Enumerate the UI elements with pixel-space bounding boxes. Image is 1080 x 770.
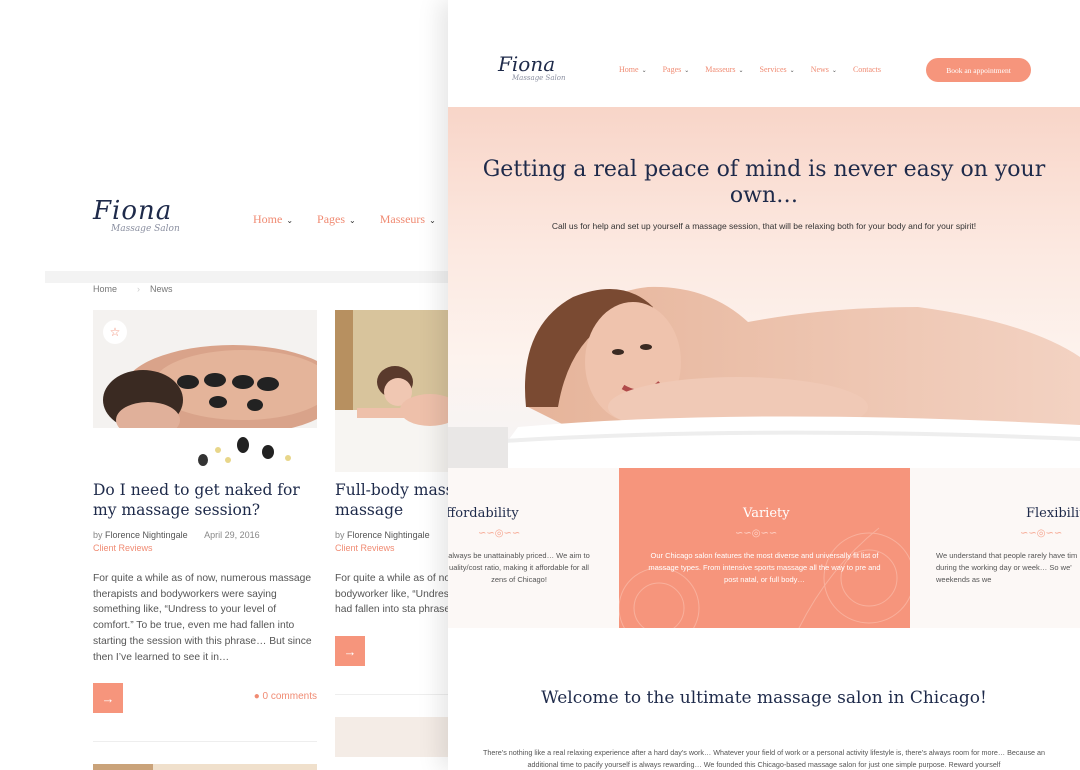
post-actions: → ● 0 comments bbox=[93, 683, 317, 714]
chevron-down-icon: ⌄ bbox=[429, 216, 436, 225]
home-header: Fiona Massage Salon Home ⌄ Pages ⌄ Masseur… bbox=[448, 0, 1080, 107]
author-prefix: by bbox=[335, 530, 345, 540]
nav-label: Services bbox=[759, 65, 787, 74]
author-prefix: by bbox=[93, 530, 103, 540]
chevron-down-icon: ⌄ bbox=[738, 68, 744, 74]
breadcrumb-home[interactable]: Home bbox=[93, 284, 117, 294]
arrow-right-icon: → bbox=[343, 643, 357, 659]
nav-item-pages[interactable]: Pages ⌄ bbox=[663, 65, 690, 74]
chevron-down-icon: ⌄ bbox=[286, 216, 294, 225]
nav-item-services[interactable]: Services ⌄ bbox=[760, 65, 795, 74]
header-divider bbox=[45, 271, 475, 283]
next-post-image bbox=[93, 764, 317, 770]
nav-label: Contacts bbox=[852, 65, 881, 74]
main-nav: Home ⌄ Pages ⌄ Masseurs ⌄ Services ⌄ News ⌄ C… bbox=[619, 65, 881, 74]
nav-item-news[interactable]: News ⌄ bbox=[811, 65, 837, 74]
site-logo[interactable]: Fiona Massage Salon bbox=[93, 196, 180, 234]
news-header: Fiona Massage Salon Home ⌄ Pages ⌄ Masseur… bbox=[45, 166, 475, 271]
feature-text: We understand that people rarely have ti… bbox=[936, 551, 1078, 584]
logo-name: Fiona bbox=[498, 52, 556, 76]
nav-item-contacts[interactable]: Contacts bbox=[853, 65, 881, 74]
read-more-button[interactable]: → bbox=[93, 683, 123, 714]
feature-flexibility: Flexibilit ∽∽◎∽∽ We understand that peop… bbox=[910, 468, 1080, 628]
hero-section: Getting a real peace of mind is never ea… bbox=[448, 107, 1080, 468]
breadcrumb: Home › News bbox=[93, 284, 193, 294]
feature-variety: Variety ∽∽◎∽∽ Our Chicago salon features… bbox=[619, 468, 910, 628]
post-meta: by Florence Nightingale April 29, 2016 bbox=[93, 530, 317, 540]
nav-label: Home bbox=[619, 65, 639, 74]
ornament-icon: ∽∽◎∽∽ bbox=[735, 528, 778, 539]
feature-affordability: ffordability ∽∽◎∽∽ always be unattainabl… bbox=[448, 468, 619, 628]
main-nav: Home ⌄ Pages ⌄ Masseurs ⌄ bbox=[253, 212, 436, 227]
nav-label: Masseurs bbox=[379, 212, 426, 226]
chevron-down-icon: ⌄ bbox=[684, 68, 690, 74]
news-page-preview: Fiona Massage Salon Home ⌄ Pages ⌄ Masseur… bbox=[45, 166, 475, 770]
home-page-preview: Fiona Massage Salon Home ⌄ Pages ⌄ Masseur… bbox=[448, 0, 1080, 770]
nav-label: Pages bbox=[317, 212, 346, 226]
star-icon[interactable]: ☆ bbox=[103, 320, 127, 344]
chevron-down-icon: ⌄ bbox=[641, 68, 647, 74]
chevron-down-icon: ⌄ bbox=[349, 216, 356, 225]
nav-label: Pages bbox=[662, 65, 682, 74]
nav-label: News bbox=[810, 65, 829, 74]
nav-item-home[interactable]: Home ⌄ bbox=[619, 65, 647, 74]
post-category[interactable]: Client Reviews bbox=[93, 543, 317, 553]
comments-link[interactable]: ● 0 comments bbox=[254, 691, 317, 702]
post-card: ☆ Do I need to get naked for my massage … bbox=[93, 310, 317, 770]
post-excerpt: For quite a while as of now, numerous ma… bbox=[93, 573, 312, 663]
post-author[interactable]: Florence Nightingale bbox=[347, 530, 430, 540]
logo-tagline: Massage Salon bbox=[111, 224, 180, 234]
ornament-icon: ∽∽◎∽∽ bbox=[478, 528, 521, 539]
divider bbox=[93, 741, 317, 743]
nav-label: Home bbox=[253, 212, 283, 226]
chevron-down-icon: ⌄ bbox=[831, 68, 837, 74]
chevron-down-icon: ⌄ bbox=[789, 68, 795, 74]
site-logo[interactable]: Fiona Massage Salon bbox=[498, 52, 565, 82]
read-more-button[interactable]: → bbox=[335, 636, 365, 667]
nav-item-home[interactable]: Home ⌄ bbox=[253, 212, 293, 227]
post-image[interactable]: ☆ bbox=[93, 310, 317, 472]
comments-count: 0 comments bbox=[262, 691, 317, 703]
comment-icon: ● bbox=[253, 691, 260, 703]
hero-title: Getting a real peace of mind is never ea… bbox=[482, 157, 1046, 208]
breadcrumb-separator: › bbox=[137, 284, 141, 294]
nav-item-pages[interactable]: Pages ⌄ bbox=[317, 212, 356, 227]
post-author[interactable]: Florence Nightingale bbox=[105, 530, 188, 540]
breadcrumb-current: News bbox=[150, 284, 173, 294]
welcome-title: Welcome to the ultimate massage salon in… bbox=[541, 688, 987, 708]
ornament-icon: ∽∽◎∽∽ bbox=[1020, 528, 1063, 539]
feature-title: ffordability bbox=[448, 506, 519, 521]
post-date: April 29, 2016 bbox=[204, 530, 260, 540]
features-section: ffordability ∽∽◎∽∽ always be unattainabl… bbox=[448, 468, 1080, 628]
welcome-text: There’s nothing like a real relaxing exp… bbox=[482, 748, 1046, 769]
nav-item-masseurs[interactable]: Masseurs ⌄ bbox=[380, 212, 436, 227]
arrow-right-icon: → bbox=[101, 690, 115, 706]
book-appointment-button[interactable]: Book an appointment bbox=[926, 58, 1031, 82]
hero-subtitle: Call us for help and set up yourself a m… bbox=[551, 221, 977, 231]
nav-item-masseurs[interactable]: Masseurs ⌄ bbox=[705, 65, 743, 74]
logo-name: Fiona bbox=[93, 196, 173, 226]
feature-title: Variety bbox=[743, 506, 790, 521]
feature-title: Flexibilit bbox=[1026, 506, 1080, 521]
logo-tagline: Massage Salon bbox=[512, 74, 566, 82]
post-image[interactable] bbox=[93, 764, 317, 770]
nav-label: Masseurs bbox=[705, 65, 736, 74]
feature-text: always be unattainably priced… We aim to… bbox=[448, 551, 590, 584]
feature-text: Our Chicago salon features the most dive… bbox=[648, 551, 881, 584]
post-title[interactable]: Do I need to get naked for my massage se… bbox=[93, 480, 317, 520]
floral-pattern-icon bbox=[619, 527, 910, 628]
